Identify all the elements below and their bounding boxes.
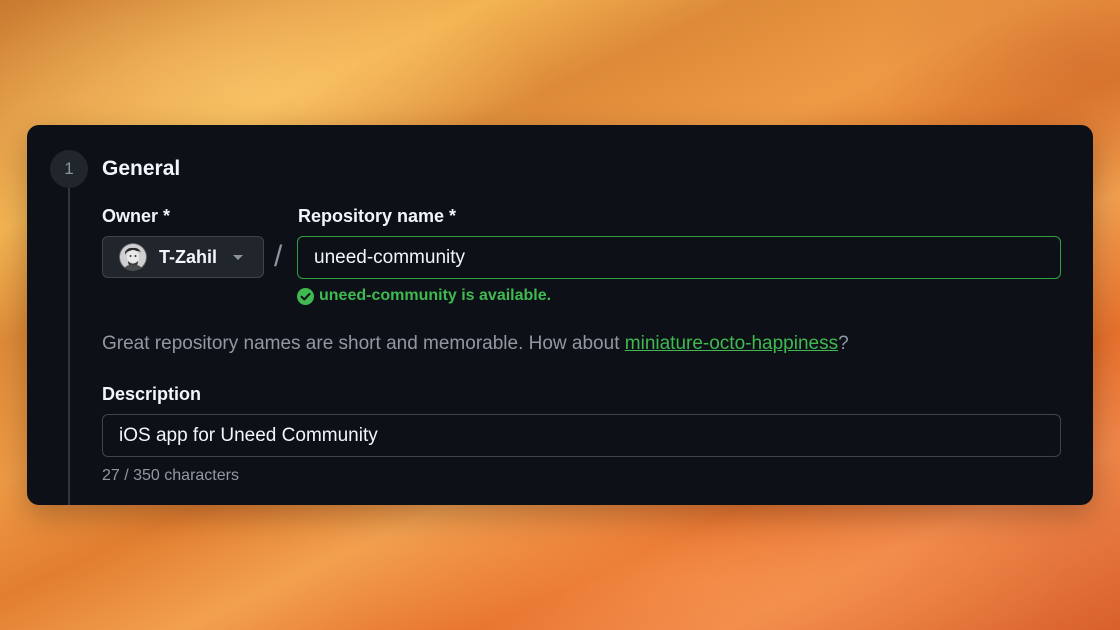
description-input[interactable] <box>102 414 1061 457</box>
character-count: 27 / 350 characters <box>102 467 239 484</box>
suggested-name-link[interactable]: miniature-octo-happiness <box>625 333 838 354</box>
chevron-down-icon <box>233 254 243 260</box>
owner-label: Owner * <box>102 206 171 226</box>
step-number-badge: 1 <box>50 150 88 188</box>
repository-name-label: Repository name * <box>298 206 457 226</box>
repository-name-input[interactable] <box>297 236 1061 279</box>
check-circle-icon <box>297 287 314 305</box>
availability-text: uneed-community is available. <box>319 287 552 304</box>
hint-suffix: ? <box>838 333 849 354</box>
description-label: Description <box>102 384 202 404</box>
step-connector-line <box>68 185 70 505</box>
availability-message: uneed-community is available. <box>297 287 551 305</box>
hint-prefix: Great repository names are short and mem… <box>102 333 625 354</box>
owner-repo-separator: / <box>274 240 283 273</box>
name-suggestion-hint: Great repository names are short and mem… <box>102 333 849 355</box>
section-title: General <box>102 157 181 180</box>
repository-form-card: 1 General Owner * Repository name * T-Za… <box>27 125 1093 505</box>
owner-name: T-Zahil <box>159 246 217 267</box>
owner-dropdown[interactable]: T-Zahil <box>102 236 264 278</box>
avatar <box>119 243 147 271</box>
